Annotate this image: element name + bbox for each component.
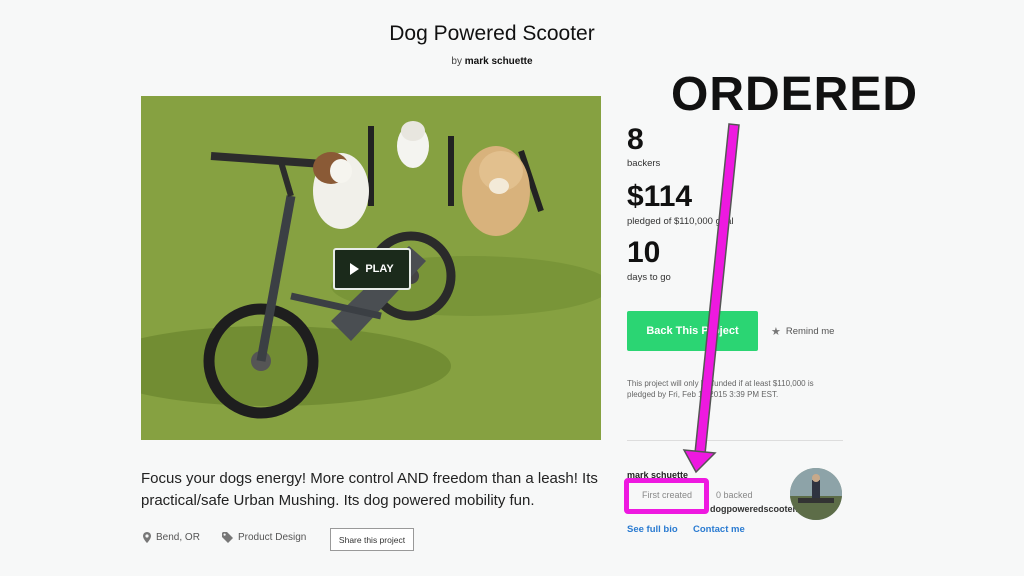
remind-me-button[interactable]: ★ Remind me [771,325,834,338]
backers-count: 8 [627,123,644,156]
project-title: Dog Powered Scooter [389,22,595,45]
divider [627,440,843,441]
project-video[interactable]: PLAY [141,96,601,440]
project-blurb: Focus your dogs energy! More control AND… [141,470,598,509]
funding-note: This project will only be funded if at l… [627,379,814,399]
play-label: PLAY [365,263,394,275]
star-icon: ★ [771,326,781,338]
project-byline: by mark schuette [0,56,984,67]
pledged-label: pledged of $110,000 goal [627,216,734,227]
pledged-amount: $114 [627,180,693,213]
creator-avatar[interactable] [790,468,842,520]
contact-me-link[interactable]: Contact me [693,524,745,535]
days-label: days to go [627,272,671,283]
location-link[interactable]: Bend, OR [143,532,200,543]
annotation-text: ORDERED [671,68,919,121]
avatar-photo [790,468,842,520]
annotation-highlight-box [624,478,709,514]
see-full-bio-link[interactable]: See full bio [627,524,678,535]
category-label: Product Design [238,532,307,543]
category-link[interactable]: Product Design [222,532,306,543]
location-pin-icon [143,532,151,543]
backers-label: backers [627,158,661,169]
play-icon [350,263,360,275]
byline-creator-link[interactable]: mark schuette [465,56,533,67]
backed-count: 0 backed [716,490,753,500]
byline-prefix: by [451,56,462,67]
share-button[interactable]: Share this project [330,528,414,551]
days-count: 10 [627,236,661,269]
back-project-button[interactable]: Back This Project [627,311,758,351]
play-button[interactable]: PLAY [333,248,411,290]
location-label: Bend, OR [156,532,200,543]
remind-label: Remind me [785,326,835,337]
tag-icon [222,532,233,543]
